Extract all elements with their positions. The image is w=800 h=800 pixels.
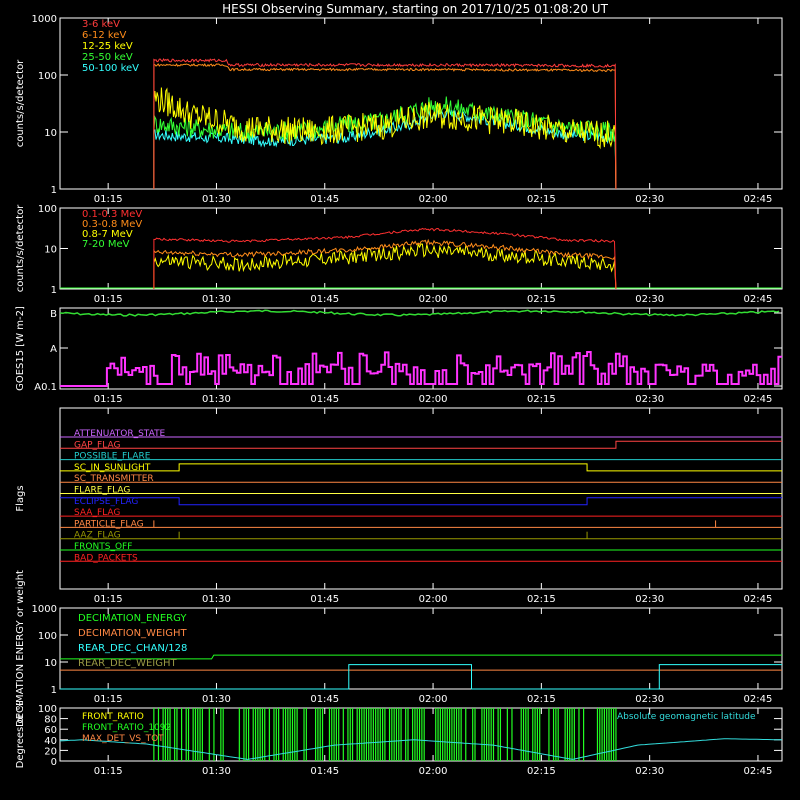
x-tick-label: 02:00	[419, 394, 448, 405]
x-tick-label: 02:45	[744, 766, 773, 777]
y-axis-label: counts/s/detector	[15, 59, 26, 147]
x-tick-label: 02:15	[527, 394, 556, 405]
x-tick-label: 01:45	[310, 694, 339, 705]
x-tick-label: 02:00	[419, 194, 448, 205]
y-tick-label: 80	[44, 715, 57, 726]
legend-entry: MAX_DET_VS_TOT	[82, 734, 164, 744]
y-tick-label: 100	[38, 631, 57, 642]
y-tick-label: 10	[44, 658, 57, 669]
chart-title: HESSI Observing Summary, starting on 201…	[222, 2, 608, 16]
x-tick-label: 01:30	[202, 766, 231, 777]
legend-entry: 6-12 keV	[82, 30, 126, 41]
x-tick-label: 02:15	[527, 766, 556, 777]
legend-entry: DECIMATION_WEIGHT	[78, 628, 187, 639]
x-tick-label: 02:45	[744, 294, 773, 305]
x-tick-label: 01:45	[310, 294, 339, 305]
x-tick-label: 01:45	[310, 766, 339, 777]
x-tick-label: 02:15	[527, 694, 556, 705]
y-tick-label: 10	[44, 128, 57, 139]
x-tick-label: 02:00	[419, 766, 448, 777]
x-tick-label: 01:15	[94, 594, 123, 605]
x-tick-label: 01:45	[310, 194, 339, 205]
y-tick-label: A0.1	[34, 382, 57, 393]
y-tick-label: 100	[38, 204, 57, 215]
x-tick-label: 02:00	[419, 294, 448, 305]
x-tick-label: 02:15	[527, 594, 556, 605]
legend-entry: 12-25 keV	[82, 41, 133, 52]
y-tick-label: 10	[44, 245, 57, 256]
legend-entry: REAR_DEC_WEIGHT	[78, 658, 177, 669]
x-tick-label: 02:30	[635, 766, 664, 777]
x-tick-label: 01:15	[94, 194, 123, 205]
x-tick-label: 01:15	[94, 694, 123, 705]
x-tick-label: 01:30	[202, 294, 231, 305]
x-tick-label: 02:00	[419, 694, 448, 705]
hessi-summary-chart: HESSI Observing Summary, starting on 201…	[0, 0, 800, 800]
x-tick-label: 02:30	[635, 594, 664, 605]
x-tick-label: 02:45	[744, 594, 773, 605]
x-tick-label: 02:30	[635, 194, 664, 205]
legend-entry: 50-100 keV	[82, 63, 139, 74]
y-tick-label: 40	[44, 736, 57, 747]
x-tick-label: 01:15	[94, 394, 123, 405]
x-tick-label: 02:15	[527, 194, 556, 205]
y-tick-label: 60	[44, 725, 57, 736]
y-tick-label: 20	[44, 746, 57, 757]
x-tick-label: 01:30	[202, 694, 231, 705]
y-tick-label: 0	[51, 757, 57, 768]
legend-entry: 3-6 keV	[82, 19, 120, 30]
y-tick-label: 1	[51, 285, 57, 296]
x-tick-label: 01:15	[94, 294, 123, 305]
x-tick-label: 02:30	[635, 394, 664, 405]
x-tick-label: 02:45	[744, 694, 773, 705]
x-tick-label: 02:00	[419, 594, 448, 605]
legend-entry: 7-20 MeV	[82, 239, 130, 250]
legend-entry: 25-50 keV	[82, 52, 133, 63]
x-tick-label: 01:30	[202, 394, 231, 405]
y-axis-label: Flags	[15, 485, 26, 511]
legend-entry: REAR_DEC_CHAN/128	[78, 643, 187, 654]
y-axis-label: counts/s/detector	[15, 204, 26, 292]
x-tick-label: 01:45	[310, 594, 339, 605]
y-tick-label: 100	[38, 71, 57, 82]
x-tick-label: 02:30	[635, 294, 664, 305]
y-tick-label: A	[50, 344, 57, 355]
y-axis-label: GOES15 [W m-2]	[15, 306, 26, 391]
x-tick-label: 02:15	[527, 294, 556, 305]
x-tick-label: 02:45	[744, 394, 773, 405]
legend-entry: DECIMATION_ENERGY	[78, 613, 187, 624]
x-tick-label: 01:45	[310, 394, 339, 405]
orbit-annotation: Absolute geomagnetic latitude	[617, 712, 756, 722]
y-axis-label: Degrees or %	[15, 701, 26, 769]
x-tick-label: 01:30	[202, 594, 231, 605]
legend-entry: FRONT_RATIO_1092	[82, 723, 171, 733]
x-tick-label: 01:15	[94, 766, 123, 777]
y-tick-label: 1000	[32, 604, 57, 615]
legend-entry: FRONT_RATIO	[82, 712, 144, 722]
y-tick-label: 1	[51, 185, 57, 196]
y-tick-label: 1000	[32, 14, 57, 25]
y-tick-label: B	[50, 309, 57, 320]
y-tick-label: 1	[51, 685, 57, 696]
x-tick-label: 02:30	[635, 694, 664, 705]
x-tick-label: 01:30	[202, 194, 231, 205]
x-tick-label: 02:45	[744, 194, 773, 205]
y-tick-label: 100	[38, 704, 57, 715]
